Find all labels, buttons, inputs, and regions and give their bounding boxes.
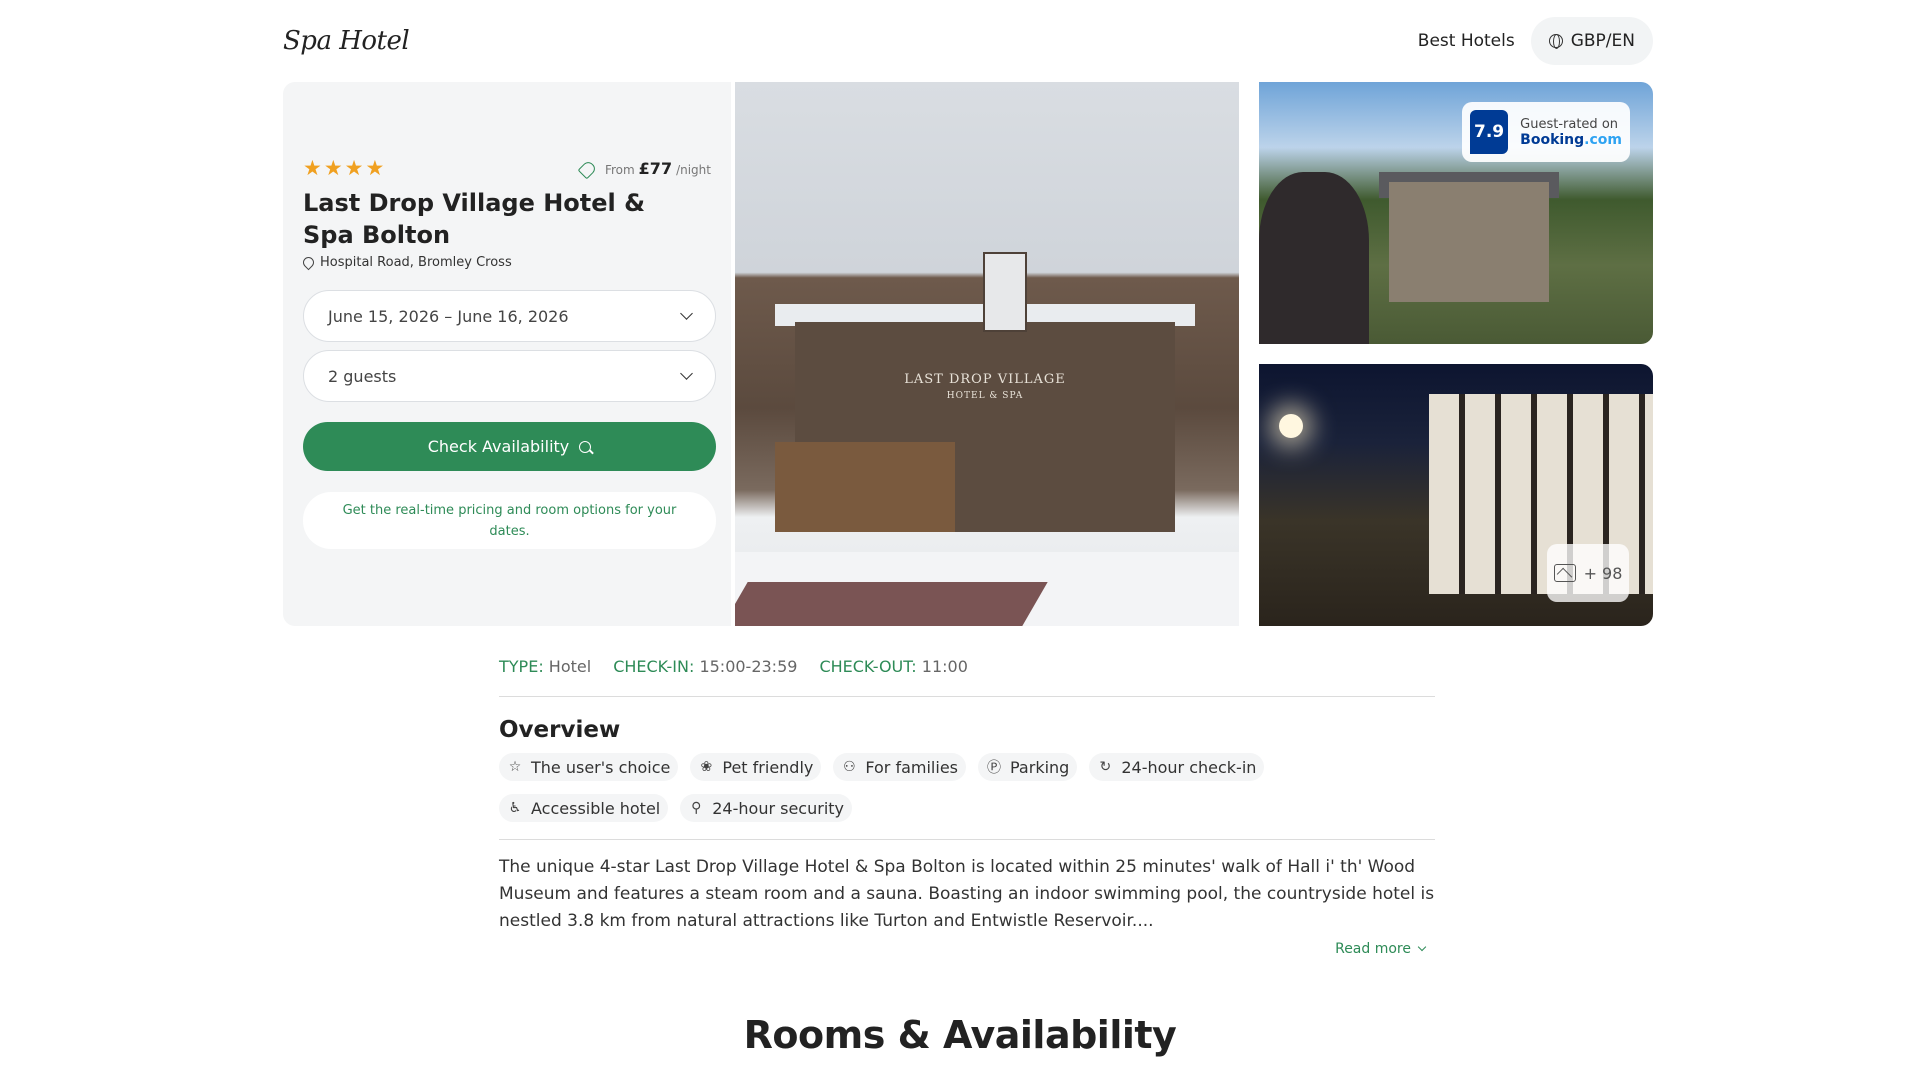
wheelchair-icon: ♿ xyxy=(508,800,522,816)
star-icon: ★ xyxy=(344,156,364,180)
rating-label: Guest-rated on xyxy=(1520,116,1619,132)
chip-pet-friendly: ❀ Pet friendly xyxy=(690,753,822,781)
search-icon xyxy=(579,440,592,453)
price-from: From £77 /night xyxy=(577,158,711,179)
location-pin-icon xyxy=(300,254,317,271)
parking-icon: Ⓟ xyxy=(987,760,1001,776)
photo-sign-text: LAST DROP VILLAGE HOTEL & SPA xyxy=(904,372,1066,401)
guests-value: 2 guests xyxy=(328,366,397,386)
chip-for-families: ⚇ For families xyxy=(833,753,966,781)
hotel-description: The unique 4-star Last Drop Village Hote… xyxy=(499,857,1435,931)
chip-24h-check-in: ↻ 24-hour check-in xyxy=(1089,753,1265,781)
hotel-address: Hospital Road, Bromley Cross xyxy=(300,254,711,271)
rating-score: 7.9 xyxy=(1470,110,1509,154)
star-icon: ☆ xyxy=(508,759,522,775)
booking-panel: ★ ★ ★ ★ From £77 /night Last Drop Villag… xyxy=(283,82,731,626)
fact-type: TYPE: Hotel xyxy=(499,656,592,676)
booking-logo: Booking.com xyxy=(1520,131,1622,148)
price-tag-icon xyxy=(577,159,598,179)
chevron-down-icon xyxy=(680,307,693,320)
more-photos-button[interactable]: + 98 xyxy=(1547,544,1629,602)
chip-users-choice: ☆ The user's choice xyxy=(499,753,679,781)
clock-rotate-icon: ↻ xyxy=(1099,759,1112,775)
gallery-icon xyxy=(1553,564,1576,582)
best-hotels-link[interactable]: Best Hotels xyxy=(1418,31,1515,51)
hotel-facts: TYPE: Hotel CHECK-IN: 15:00-23:59 CHECK-… xyxy=(499,650,1435,682)
star-icon: ★ xyxy=(303,156,322,180)
more-photos-count: + 98 xyxy=(1583,563,1623,583)
amenity-chips: ☆ The user's choice ❀ Pet friendly ⚇ For fa… xyxy=(499,753,1435,822)
overview-heading: Overview xyxy=(499,717,621,743)
hotel-hero: ★ ★ ★ ★ From £77 /night Last Drop Villag… xyxy=(283,82,1653,626)
date-range-value: June 15, 2026 – June 16, 2026 xyxy=(328,306,569,326)
hotel-name: Last Drop Village Hotel & Spa Bolton xyxy=(303,189,646,249)
check-availability-label: Check Availability xyxy=(427,437,570,456)
check-availability-button[interactable]: Check Availability xyxy=(303,422,716,471)
address-text: Hospital Road, Bromley Cross xyxy=(320,255,512,270)
booking-rating-badge: 7.9 Guest-rated on Booking.com xyxy=(1462,102,1630,162)
site-logo[interactable]: Spa Hotel xyxy=(283,26,410,56)
chip-accessible-hotel: ♿ Accessible hotel xyxy=(499,794,669,822)
chevron-down-icon xyxy=(1417,942,1427,952)
main-hotel-photo[interactable]: LAST DROP VILLAGE HOTEL & SPA xyxy=(735,82,1239,626)
chip-parking: Ⓟ Parking xyxy=(978,753,1078,781)
star-icon: ★ xyxy=(365,156,385,180)
price-prefix: From xyxy=(604,162,635,177)
star-rating: ★ ★ ★ ★ xyxy=(303,157,384,179)
guests-select[interactable]: 2 guests xyxy=(303,350,716,402)
header-nav: Best Hotels GBP/EN xyxy=(1418,17,1653,65)
read-more-link[interactable]: Read more xyxy=(499,941,1435,957)
fact-check-in: CHECK-IN: 15:00-23:59 xyxy=(613,656,798,676)
hotel-details: TYPE: Hotel CHECK-IN: 15:00-23:59 CHECK-… xyxy=(499,650,1435,957)
currency-label: GBP/EN xyxy=(1570,31,1635,51)
star-icon: ★ xyxy=(323,156,343,180)
price-suffix: /night xyxy=(676,162,711,177)
date-range-select[interactable]: June 15, 2026 – June 16, 2026 xyxy=(303,290,716,342)
fact-check-out: CHECK-OUT: 11:00 xyxy=(819,656,968,676)
site-header: Spa Hotel Best Hotels GBP/EN xyxy=(283,17,1653,65)
security-person-icon: ⚲ xyxy=(691,800,702,816)
rooms-availability-heading: Rooms & Availability xyxy=(743,1013,1177,1057)
family-icon: ⚇ xyxy=(843,759,856,775)
pricing-hint: Get the real-time pricing and room optio… xyxy=(303,492,716,549)
divider xyxy=(499,839,1435,840)
currency-language-button[interactable]: GBP/EN xyxy=(1530,17,1653,65)
chevron-down-icon xyxy=(680,367,693,380)
divider xyxy=(499,696,1435,697)
price-amount: £77 xyxy=(638,158,673,178)
paw-icon: ❀ xyxy=(700,759,713,775)
globe-icon xyxy=(1548,34,1563,49)
chip-24h-security: ⚲ 24-hour security xyxy=(680,794,852,822)
